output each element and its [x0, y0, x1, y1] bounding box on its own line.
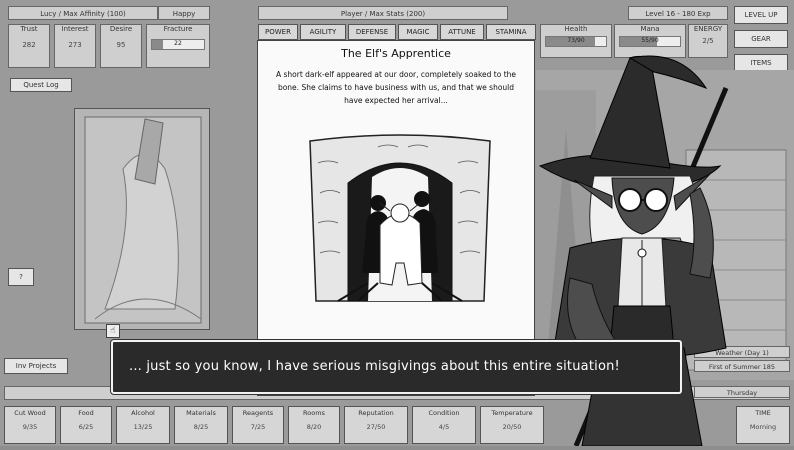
resource-time: TIME Morning [736, 406, 790, 444]
lucy-portrait [74, 108, 210, 330]
stat-value: 282 [22, 41, 36, 49]
inv-projects-button[interactable]: Inv Projects [4, 358, 68, 374]
vital-value: 55/90 [641, 37, 659, 44]
resource-label: TIME [755, 409, 771, 417]
stat-value: 273 [68, 41, 82, 49]
resource-label: Reagents [242, 409, 274, 417]
resource-label: Reputation [358, 409, 394, 417]
vital-label: ENERGY [693, 25, 723, 33]
quest-log-button[interactable]: Quest Log [10, 78, 72, 92]
resource-value: 6/25 [78, 423, 94, 431]
tab-defense[interactable]: DEFENSE [348, 24, 396, 40]
stat-value: 95 [116, 41, 126, 49]
tab-magic[interactable]: MAGIC [398, 24, 438, 40]
resource-temperature: Temperature 20/50 [480, 406, 544, 444]
fracture-bar: 22 [151, 39, 205, 50]
vital-value: 73/90 [567, 37, 585, 44]
resource-value: 7/25 [250, 423, 266, 431]
event-title: The Elf's Apprentice [341, 47, 451, 60]
tab-power[interactable]: POWER [258, 24, 298, 40]
lucy-stat-trust: Trust 282 [8, 24, 50, 68]
doorway-scene [309, 134, 491, 302]
vital-label: Mana [640, 25, 660, 33]
lucy-header: Lucy / Max Affinity (100) [8, 6, 158, 20]
level-display: Level 16 - 180 Exp [628, 6, 728, 20]
tab-stamina[interactable]: STAMINA [486, 24, 536, 40]
resource-reputation: Reputation 27/50 [344, 406, 408, 444]
resource-value: Morning [749, 423, 777, 431]
resource-value: 20/50 [502, 423, 522, 431]
resource-value: 8/25 [193, 423, 209, 431]
resource-cut-wood: Cut Wood 9/35 [4, 406, 56, 444]
resource-materials: Materials 8/25 [174, 406, 228, 444]
resource-reagents: Reagents 7/25 [232, 406, 284, 444]
player-header: Player / Max Stats (200) [258, 6, 508, 20]
vital-label: Health [564, 25, 588, 33]
stat-label: Trust [20, 25, 38, 33]
stat-label: Desire [109, 25, 133, 33]
resource-label: Food [78, 409, 94, 417]
resource-label: Condition [428, 409, 460, 417]
tab-attune[interactable]: ATTUNE [440, 24, 484, 40]
resource-label: Temperature [491, 409, 533, 417]
resource-alcohol: Alcohol 13/25 [116, 406, 170, 444]
resource-label: Materials [186, 409, 216, 417]
lucy-stat-desire: Desire 95 [100, 24, 142, 68]
resource-condition: Condition 4/5 [412, 406, 476, 444]
fracture-value: 22 [174, 40, 182, 47]
portrait-sketch [84, 116, 202, 324]
dialog-box[interactable]: ... just so you know, I have serious mis… [111, 340, 682, 394]
resource-food: Food 6/25 [60, 406, 112, 444]
resource-label: Alcohol [131, 409, 155, 417]
resource-label: Cut Wood [14, 409, 46, 417]
stat-label: Interest [61, 25, 89, 33]
lucy-stat-interest: Interest 273 [54, 24, 96, 68]
resource-value: 8/20 [306, 423, 322, 431]
resource-rooms: Rooms 8/20 [288, 406, 340, 444]
pointer-icon: ☝ [106, 324, 120, 338]
event-description: A short dark-elf appeared at our door, c… [276, 70, 516, 105]
gear-button[interactable]: GEAR [734, 30, 788, 48]
lucy-stat-fracture: Fracture 22 [146, 24, 210, 68]
resource-value: 27/50 [366, 423, 386, 431]
resource-value: 4/5 [438, 423, 450, 431]
resource-value: 9/35 [22, 423, 38, 431]
resource-label: Rooms [303, 409, 325, 417]
dialog-text: ... just so you know, I have serious mis… [129, 359, 620, 374]
resource-value: 13/25 [133, 423, 153, 431]
event-illustration [308, 133, 492, 303]
lucy-mood: Happy [158, 6, 210, 20]
level-up-button[interactable]: LEVEL UP [734, 6, 788, 24]
small-help-button[interactable]: ? [8, 268, 34, 286]
tab-agility[interactable]: AGILITY [300, 24, 346, 40]
stat-label: Fracture [163, 25, 193, 33]
vital-value: 2/5 [702, 37, 714, 45]
